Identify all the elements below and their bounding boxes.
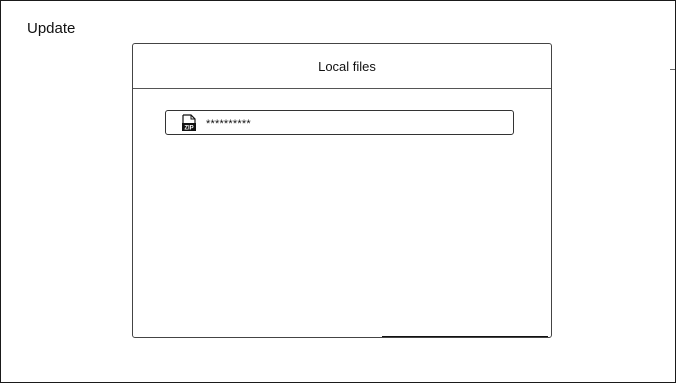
update-screen: Update Local files ZIP ********** [0, 0, 676, 383]
screen-title: Update [27, 20, 76, 37]
file-item[interactable]: ZIP ********** [165, 110, 514, 135]
local-files-dialog: Local files ZIP ********** [132, 43, 552, 338]
zip-icon-label: ZIP [184, 125, 193, 131]
dialog-title: Local files [318, 58, 376, 74]
edge-marker [670, 69, 675, 70]
file-name: ********** [206, 117, 251, 130]
dialog-bottom-accent [382, 336, 548, 337]
zip-file-icon: ZIP [180, 113, 198, 132]
dialog-header: Local files [133, 44, 551, 89]
